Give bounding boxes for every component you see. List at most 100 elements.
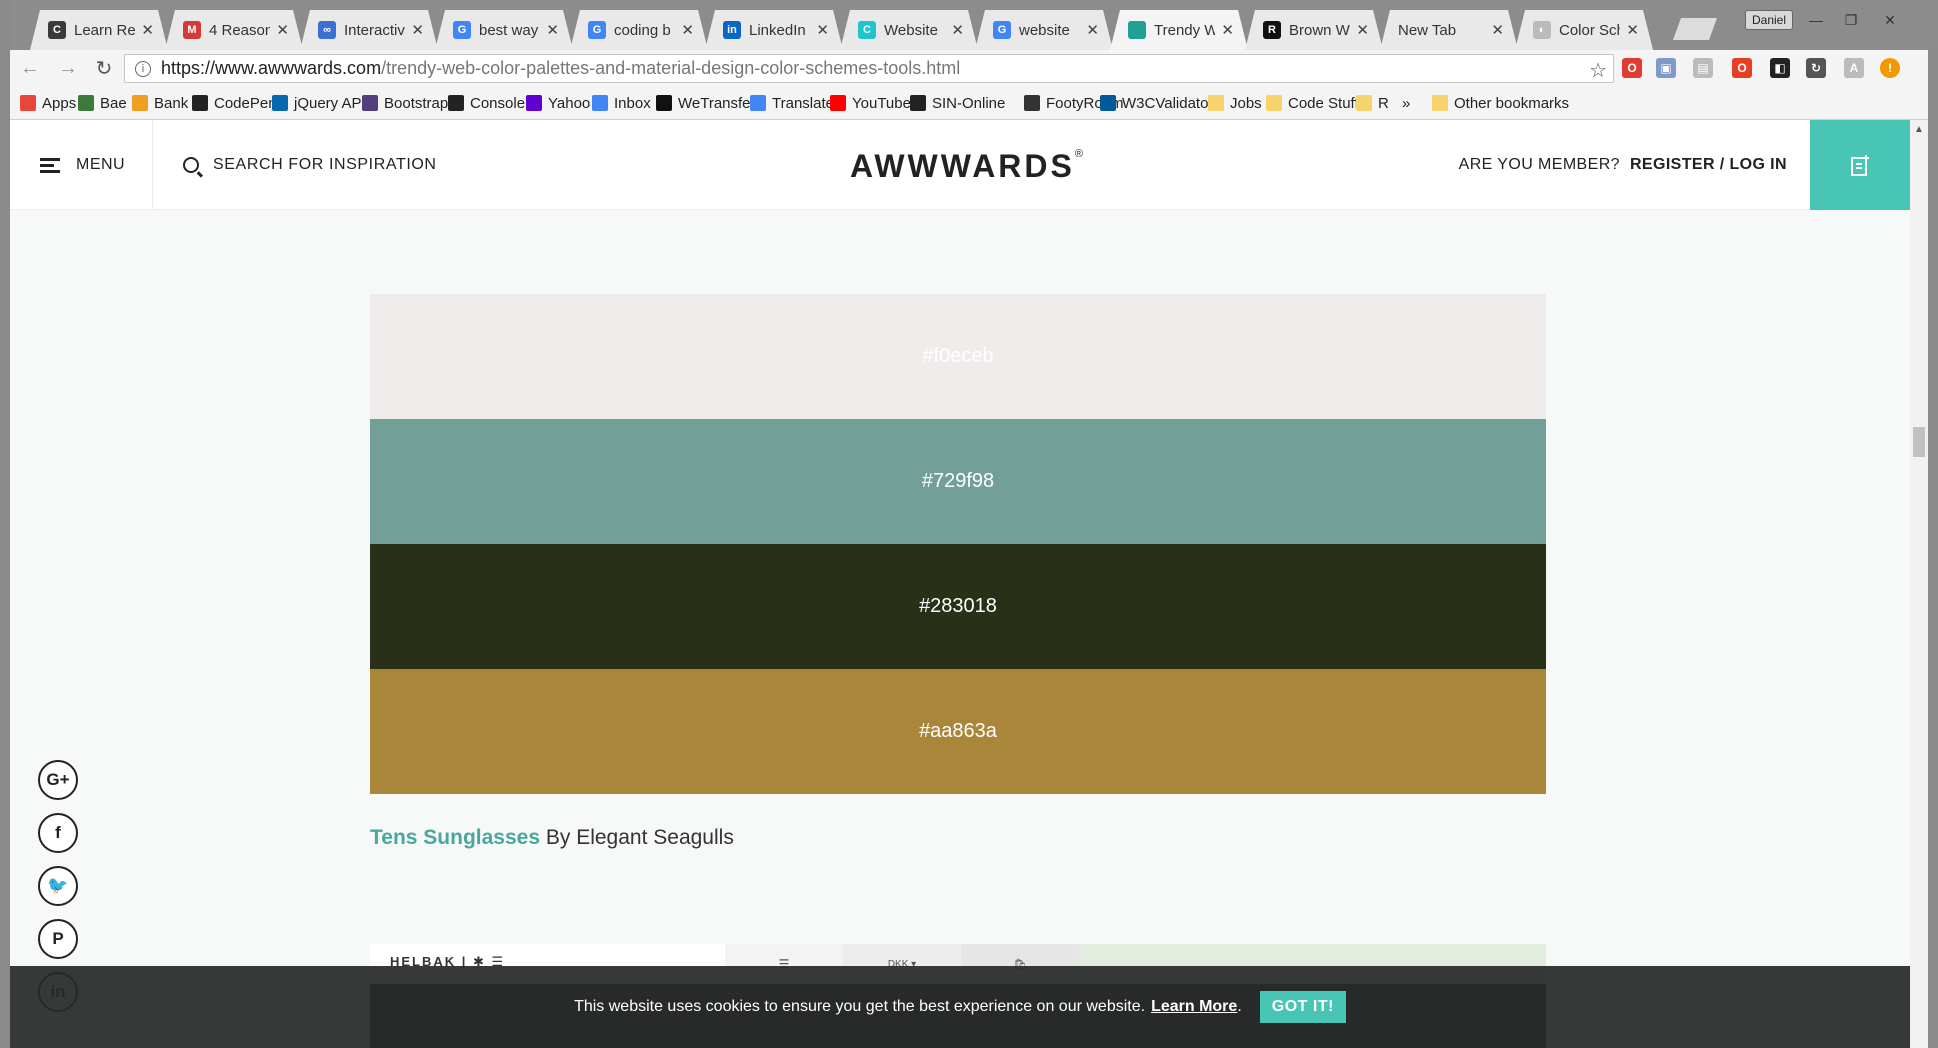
browser-tab[interactable]: in LinkedIn ✕: [705, 10, 843, 50]
browser-tab[interactable]: Gcoding b ✕: [570, 10, 708, 50]
tab-close-icon[interactable]: ✕: [1356, 21, 1369, 39]
bookmark-icon: [592, 95, 608, 111]
scrollbar-thumb[interactable]: [1913, 427, 1925, 457]
tab-close-icon[interactable]: ✕: [681, 21, 694, 39]
pinterest-icon[interactable]: P: [38, 919, 78, 959]
extension-icon[interactable]: ▤: [1693, 58, 1713, 78]
bookmark-star-icon[interactable]: ☆: [1589, 58, 1607, 83]
bookmark-item[interactable]: Console: [448, 92, 525, 114]
google-plus-icon[interactable]: G+: [38, 760, 78, 800]
reload-icon[interactable]: ↻: [92, 56, 116, 80]
bookmark-label: SIN-Online: [932, 94, 1006, 112]
opera-extension-icon[interactable]: O: [1622, 58, 1642, 78]
member-question: ARE YOU MEMBER?: [1458, 156, 1620, 173]
bookmark-icon: [750, 95, 766, 111]
palette-caption: Tens Sunglasses By Elegant Seagulls: [370, 826, 734, 850]
color-swatch[interactable]: #aa863a: [370, 669, 1546, 794]
browser-tab[interactable]: M 4 Reason ✕: [165, 10, 303, 50]
bookmark-item[interactable]: Jobs: [1208, 92, 1262, 114]
menu-button[interactable]: MENU: [10, 120, 153, 210]
profile-badge[interactable]: Daniel: [1745, 10, 1794, 30]
bookmark-item[interactable]: Apps: [20, 92, 76, 114]
menu-label: MENU: [76, 156, 126, 173]
register-login-link[interactable]: REGISTER / LOG IN: [1630, 156, 1787, 174]
bookmark-item[interactable]: R: [1356, 92, 1389, 114]
bookmark-item[interactable]: Bae: [78, 92, 127, 114]
info-icon[interactable]: i: [135, 60, 151, 77]
tab-close-icon[interactable]: ✕: [1491, 21, 1504, 39]
submit-site-button[interactable]: [1810, 120, 1910, 210]
browser-tab[interactable]: C Website ✕: [840, 10, 978, 50]
extension-icon[interactable]: ◧: [1770, 58, 1790, 78]
browser-tab[interactable]: R Brown W ✕: [1245, 10, 1383, 50]
tab-close-icon[interactable]: ✕: [816, 21, 829, 39]
infinity-icon: ∞: [318, 21, 336, 39]
bookmark-item[interactable]: WeTransfer: [656, 92, 756, 114]
color-swatch[interactable]: #729f98: [370, 419, 1546, 544]
bookmark-item[interactable]: CodePen: [192, 92, 277, 114]
bookmark-item[interactable]: Inbox: [592, 92, 651, 114]
chrome-menu-warning-icon[interactable]: !: [1880, 58, 1900, 78]
browser-tab[interactable]: Gwebsite ✕: [975, 10, 1113, 50]
bookmark-icon: [910, 95, 926, 111]
bookmark-icon: [830, 95, 846, 111]
awwwards-icon: [1128, 21, 1146, 39]
restore-icon[interactable]: ❐: [1835, 10, 1867, 30]
back-arrow-icon[interactable]: ←: [18, 56, 42, 80]
search-trigger[interactable]: SEARCH FOR INSPIRATION: [153, 120, 437, 210]
bookmark-label: Bae: [100, 94, 127, 112]
tab-close-icon[interactable]: ✕: [1086, 21, 1099, 39]
cookie-learn-more-link[interactable]: Learn More: [1151, 998, 1237, 1016]
facebook-icon[interactable]: f: [38, 813, 78, 853]
bookmark-item[interactable]: Bootstrap: [362, 92, 448, 114]
tab-close-icon[interactable]: ✕: [411, 21, 424, 39]
tab-close-icon[interactable]: ✕: [276, 21, 289, 39]
pdf-extension-icon[interactable]: A: [1844, 58, 1864, 78]
bookmark-item[interactable]: Translate: [750, 92, 834, 114]
bookmark-icon: [20, 95, 36, 111]
bookmark-item[interactable]: »: [1402, 92, 1410, 114]
address-bar[interactable]: i https://www.awwwards.com/trendy-web-co…: [124, 54, 1614, 83]
bookmark-item[interactable]: SIN-Online: [910, 92, 1005, 114]
bookmark-item[interactable]: Yahoo: [526, 92, 590, 114]
color-swatch[interactable]: #283018: [370, 544, 1546, 669]
article-icon: M: [183, 21, 201, 39]
page-scrollbar[interactable]: [1910, 120, 1928, 1048]
browser-tab[interactable]: New Tab ✕: [1380, 10, 1518, 50]
tab-label: Color Sch: [1559, 21, 1621, 39]
browser-window: C Learn Re ✕ M 4 Reason ✕ ∞ Interactiv ✕ Gbest wa…: [0, 0, 1938, 1048]
bookmark-item[interactable]: YouTube: [830, 92, 911, 114]
tab-close-icon[interactable]: ✕: [1221, 21, 1234, 39]
bookmark-item[interactable]: Code Stuff: [1266, 92, 1359, 114]
browser-tab[interactable]: ◐ Color Sch ✕: [1515, 10, 1653, 50]
browser-tab[interactable]: Trendy W ✕: [1110, 10, 1248, 50]
close-window-icon[interactable]: ✕: [1874, 10, 1906, 30]
bookmark-icon: [1356, 95, 1372, 111]
browser-tab[interactable]: ∞ Interactiv ✕: [300, 10, 438, 50]
twitter-icon[interactable]: 🐦: [38, 866, 78, 906]
browser-tab[interactable]: C Learn Re ✕: [30, 10, 168, 50]
sync-extension-icon[interactable]: ↻: [1806, 58, 1826, 78]
tab-label: Website: [884, 21, 938, 39]
forward-arrow-icon[interactable]: →: [56, 56, 80, 80]
tab-close-icon[interactable]: ✕: [141, 21, 154, 39]
bookmark-item[interactable]: Bank: [132, 92, 188, 114]
bookmark-item[interactable]: jQuery API: [272, 92, 366, 114]
extension-icon[interactable]: ▣: [1656, 58, 1676, 78]
office-extension-icon[interactable]: O: [1732, 58, 1752, 78]
site-logo[interactable]: AWWWARDS®: [850, 148, 1083, 185]
scroll-up-arrow-icon[interactable]: ▲: [1910, 120, 1928, 138]
tab-close-icon[interactable]: ✕: [1626, 21, 1639, 39]
color-swatch[interactable]: #f0eceb: [370, 294, 1546, 419]
cookie-accept-button[interactable]: GOT IT!: [1259, 991, 1346, 1023]
tab-label: New Tab: [1398, 21, 1457, 39]
tab-close-icon[interactable]: ✕: [546, 21, 559, 39]
bookmark-item[interactable]: Other bookmarks: [1432, 92, 1569, 114]
bookmark-icon: [192, 95, 208, 111]
bookmark-item[interactable]: W3CValidator: [1100, 92, 1213, 114]
bookmark-icon: [272, 95, 288, 111]
tab-close-icon[interactable]: ✕: [951, 21, 964, 39]
minimize-icon[interactable]: —: [1800, 10, 1832, 30]
palette-title-link[interactable]: Tens Sunglasses: [370, 826, 540, 849]
browser-tab[interactable]: Gbest way ✕: [435, 10, 573, 50]
